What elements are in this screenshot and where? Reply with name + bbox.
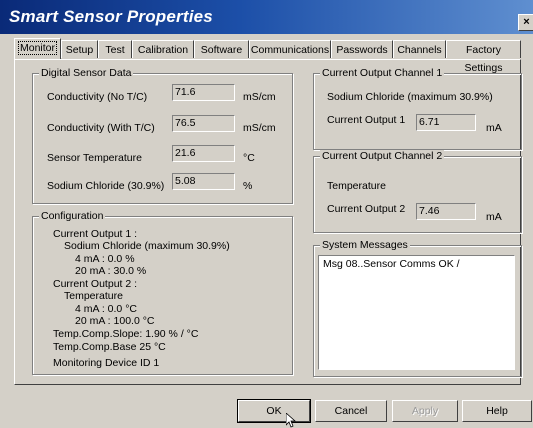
conductivity-with-tc-unit: mS/cm [243,122,276,134]
group-title: Digital Sensor Data [39,67,134,79]
sensor-temperature-label: Sensor Temperature [47,152,142,164]
tab-test[interactable]: Test [98,40,132,58]
sodium-chloride-label: Sodium Chloride (30.9%) [47,180,165,192]
conductivity-no-tc-unit: mS/cm [243,91,276,103]
config-line: Sodium Chloride (maximum 30.9%) [64,240,230,252]
config-line: Current Output 1 : [53,228,138,240]
tab-setup[interactable]: Setup [61,40,98,58]
cancel-button[interactable]: Cancel [315,400,387,422]
current-output-1-description: Sodium Chloride (maximum 30.9%) [327,91,493,103]
tab-communications[interactable]: Communications [249,40,331,58]
mouse-pointer-icon [286,413,297,428]
config-line: Temperature [64,290,123,302]
tab-calibration[interactable]: Calibration [132,40,194,58]
apply-button[interactable]: Apply [392,400,458,422]
config-line: 4 mA : 0.0 °C [75,303,137,315]
tab-passwords[interactable]: Passwords [331,40,393,58]
current-output-2-description: Temperature [327,180,386,192]
config-line: 4 mA : 0.0 % [75,253,135,265]
config-line: Monitoring Device ID 1 [53,357,160,369]
help-button[interactable]: Help [462,400,532,422]
sodium-chloride-value: 5.08 [172,173,235,190]
group-title: Configuration [39,210,106,222]
conductivity-no-tc-value: 71.6 [172,84,235,101]
current-output-channel-1-group: Current Output Channel 1 [313,67,522,150]
config-line: Temp.Comp.Base 25 °C [53,341,166,353]
sensor-temperature-unit: °C [243,152,255,164]
current-output-1-unit: mA [486,122,502,134]
config-line: 20 mA : 100.0 °C [75,315,155,327]
system-messages-box[interactable]: Msg 08..Sensor Comms OK / [318,255,515,370]
tab-monitor[interactable]: Monitor [14,38,61,59]
config-line: Temp.Comp.Slope: 1.90 % / °C [53,328,199,340]
tab-channels[interactable]: Channels [393,40,446,58]
current-output-2-label: Current Output 2 [327,203,406,215]
group-title: System Messages [320,239,410,251]
current-output-2-value: 7.46 [416,203,476,220]
config-line: Current Output 2 : [53,278,138,290]
title-bar[interactable]: Smart Sensor Properties × [0,0,533,34]
current-output-1-label: Current Output 1 [327,114,406,126]
sodium-chloride-unit: % [243,180,253,192]
conductivity-with-tc-label: Conductivity (With T/C) [47,122,155,134]
tab-factory-settings[interactable]: Factory Settings [446,40,521,74]
group-title: Current Output Channel 2 [320,150,445,162]
config-line: 20 mA : 30.0 % [75,265,147,277]
group-title: Current Output Channel 1 [320,67,445,79]
properties-window: Smart Sensor Properties × Monitor Setup … [0,0,533,428]
close-button[interactable]: × [518,14,533,31]
window-title: Smart Sensor Properties [9,7,213,26]
ok-button[interactable]: OK [237,399,311,423]
tab-software[interactable]: Software [194,40,249,58]
system-message-line: Msg 08..Sensor Comms OK / [323,258,460,270]
conductivity-with-tc-value: 76.5 [172,115,235,132]
current-output-1-value: 6.71 [416,114,476,131]
sensor-temperature-value: 21.6 [172,145,235,162]
conductivity-no-tc-label: Conductivity (No T/C) [47,91,148,103]
current-output-2-unit: mA [486,211,502,223]
